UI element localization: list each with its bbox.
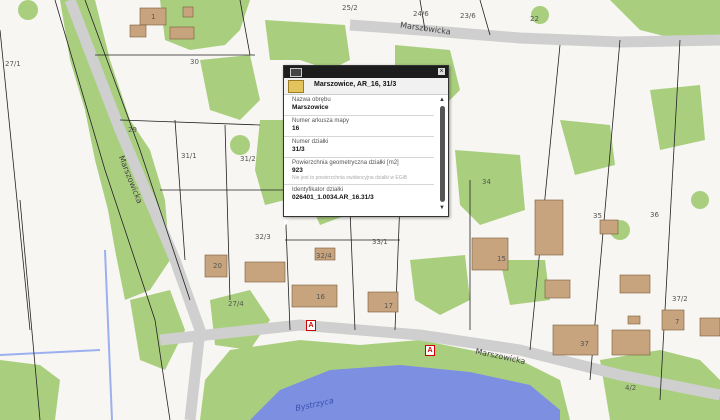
parcel-label: 24/6 [413, 10, 429, 18]
popup-scrollbar[interactable]: ▲ ▼ [438, 96, 446, 212]
building-number: 15 [497, 255, 506, 263]
field-label: Identyfikator działki [292, 187, 344, 193]
scroll-down-arrow-icon[interactable]: ▼ [438, 204, 446, 212]
field-precinct-name: Nazwa obrębu Marszowice [284, 95, 434, 116]
parcel-label: 37/2 [672, 295, 688, 303]
field-note: Nie jest to powierzchnia ewidencyjna dzi… [292, 175, 408, 181]
field-parcel-identifier: Identyfikator działki 026401_1.0034.AR_1… [284, 185, 434, 205]
parcel-label: 29 [128, 126, 137, 134]
field-label: Numer arkusza mapy [292, 118, 350, 124]
address-marker[interactable]: A [425, 345, 435, 356]
parcel-label: 23/6 [460, 12, 476, 20]
parcel-label: 32/4 [316, 252, 332, 260]
parcel-label: 25/2 [342, 4, 358, 12]
table-icon [290, 68, 302, 77]
building-number: 37 [580, 340, 589, 348]
field-map-sheet-number: Numer arkusza mapy 16 [284, 116, 434, 137]
popup-title: Marszowice, AR_16, 31/3 [314, 81, 397, 88]
parcel-label: 34 [482, 178, 491, 186]
parcel-layer-icon [288, 80, 304, 93]
parcel-label: 30 [190, 58, 199, 66]
field-parcel-number: Numer działki 31/3 [284, 137, 434, 158]
field-label: Powierzchnia geometryczna działki [m2] [292, 160, 399, 166]
map-view[interactable]: Marszowicka Marszowicka Marszowicka Byst… [0, 0, 720, 420]
field-value: Marszowice [292, 104, 329, 111]
building-number: 17 [384, 302, 393, 310]
parcel-label: 27/1 [5, 60, 21, 68]
building-number: 1 [151, 13, 156, 21]
popup-title-row: Marszowice, AR_16, 31/3 [284, 78, 448, 95]
scrollbar-thumb[interactable] [440, 106, 445, 202]
field-value: 026401_1.0034.AR_16.31/3 [292, 194, 374, 201]
popup-fields[interactable]: Nazwa obrębu Marszowice Numer arkusza ma… [284, 95, 434, 213]
parcel-label: 31/1 [181, 152, 197, 160]
popup-close-button[interactable]: × [438, 68, 445, 75]
address-marker[interactable]: A [306, 320, 316, 331]
parcel-info-popup[interactable]: × Marszowice, AR_16, 31/3 Nazwa obrębu M… [283, 65, 449, 217]
parcel-label: 27/4 [228, 300, 244, 308]
parcel-label: 4/2 [625, 384, 637, 392]
field-label: Nazwa obrębu [292, 97, 331, 103]
building-number: 7 [675, 318, 680, 326]
field-value: 923 [292, 167, 303, 174]
parcel-label: 36 [650, 211, 659, 219]
scroll-up-arrow-icon[interactable]: ▲ [438, 96, 446, 104]
parcel-label: 31/2 [240, 155, 256, 163]
parcel-label: 32/3 [255, 233, 271, 241]
field-parcel-area: Powierzchnia geometryczna działki [m2] 9… [284, 158, 434, 185]
popup-header: × [284, 66, 448, 78]
field-label: Numer działki [292, 139, 329, 145]
building-number: 16 [316, 293, 325, 301]
parcel-label: 22 [530, 15, 539, 23]
parcel-label: 33/1 [372, 238, 388, 246]
field-value: 16 [292, 125, 300, 132]
building-number: 20 [213, 262, 222, 270]
field-value: 31/3 [292, 146, 305, 153]
parcel-label: 35 [593, 212, 602, 220]
